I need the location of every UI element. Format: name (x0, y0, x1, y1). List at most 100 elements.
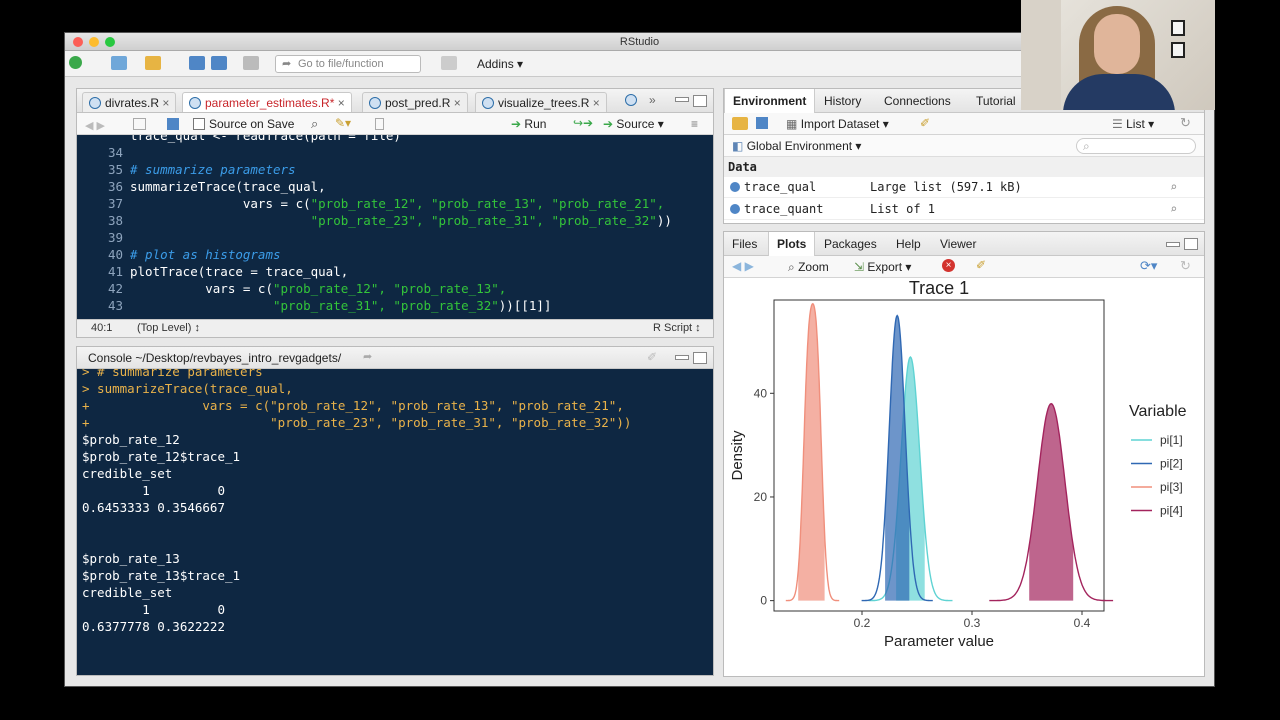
source-pane: divrates.R × parameter_estimates.R* × po… (76, 88, 714, 338)
grid-icon[interactable] (441, 56, 457, 70)
line-number: 36 (107, 179, 123, 194)
env-row[interactable]: trace_quant List of 1 ⌕ (724, 199, 1204, 220)
line-number: 42 (107, 281, 123, 296)
tab-post-pred[interactable]: post_pred.R × (362, 92, 468, 112)
plots-pane: Files Plots Packages Help Viewer ◀ ▶ ⌕ Z… (723, 231, 1205, 677)
tab-connections[interactable]: Connections (876, 89, 959, 113)
open-file-icon[interactable] (145, 56, 161, 70)
source-button[interactable]: ➔ Source ▾ (603, 117, 664, 131)
zoom-button[interactable]: ⌕ Zoom (788, 260, 829, 275)
global-env-menu[interactable]: ◧ Global Environment ▾ (732, 139, 861, 153)
close-tab-icon[interactable]: × (454, 96, 461, 110)
tab-packages[interactable]: Packages (816, 232, 885, 256)
tab-overflow-icon[interactable]: » (649, 93, 656, 107)
clear-workspace-icon[interactable]: ✐ (920, 116, 930, 130)
env-row[interactable]: trace_qual Large list (597.1 kB) ⌕ (724, 177, 1204, 198)
y-tick-label: 0 (760, 594, 767, 608)
new-project-icon[interactable] (111, 56, 127, 70)
tab-history[interactable]: History (816, 89, 869, 113)
var-value: List of 1 (870, 202, 936, 216)
go-to-directory-icon[interactable]: ➦ (363, 350, 372, 363)
env-search-input[interactable]: ⌕ (1076, 138, 1196, 154)
code-text: # plot as histograms (130, 247, 281, 262)
expand-icon[interactable] (730, 182, 740, 192)
search-icon: ⌕ (1083, 139, 1090, 153)
tab-help[interactable]: Help (888, 232, 929, 256)
tab-viewer[interactable]: Viewer (932, 232, 984, 256)
close-tab-icon[interactable]: × (338, 96, 345, 110)
scope-indicator[interactable]: (Top Level) ↕ (137, 321, 200, 336)
var-value: Large list (597.1 kB) (870, 180, 1022, 194)
code-line[interactable]: 40 # plot as histograms (77, 246, 713, 263)
code-line[interactable]: 35 # summarize parameters (77, 161, 713, 178)
expand-icon[interactable] (730, 204, 740, 214)
minimize-plots-icon[interactable] (1166, 242, 1180, 247)
wand-icon[interactable]: ✎▾ (335, 116, 351, 130)
code-line[interactable]: 43 "prob_rate_31", "prob_rate_32"))[[1]] (77, 297, 713, 314)
show-in-window-icon[interactable] (133, 118, 146, 130)
code-line[interactable]: 36 summarizeTrace(trace_qual, (77, 178, 713, 195)
tab-visualize-trees[interactable]: visualize_trees.R × (475, 92, 607, 112)
minimize-pane-icon[interactable] (675, 97, 689, 102)
publish-icon[interactable]: ⟳▾ (1140, 258, 1157, 274)
remove-plot-icon[interactable]: × (942, 259, 955, 272)
code-line[interactable]: 37 vars = c("prob_rate_12", "prob_rate_1… (77, 195, 713, 212)
outline-icon[interactable]: ≡ (691, 117, 698, 131)
code-line[interactable]: 34 (77, 144, 713, 161)
export-button[interactable]: ⇲ Export ▾ (854, 260, 911, 274)
code-line[interactable]: trace_qual <- readTrace(path = file) (77, 135, 713, 144)
refresh-plot-icon[interactable]: ↻ (1180, 258, 1191, 274)
maximize-console-icon[interactable] (693, 352, 707, 364)
maximize-pane-icon[interactable] (693, 95, 707, 107)
back-icon[interactable]: ◀ ▶ (85, 119, 105, 132)
code-editor[interactable]: trace_qual <- readTrace(path = file) 34 35… (77, 135, 713, 319)
compile-report-icon[interactable] (375, 118, 384, 130)
code-line[interactable]: 39 (77, 229, 713, 246)
console-output[interactable]: > # summarize parameters > summarizeTrace… (77, 369, 713, 675)
tab-divrates[interactable]: divrates.R × (82, 92, 177, 112)
save-file-icon[interactable] (167, 118, 179, 130)
search-icon[interactable]: ⌕ (311, 116, 318, 132)
close-tab-icon[interactable]: × (593, 96, 600, 110)
new-file-icon[interactable] (69, 56, 82, 69)
code-string: "prob_rate_12", "prob_rate_13", (273, 281, 507, 296)
tab-files[interactable]: Files (724, 232, 765, 256)
clear-plots-icon[interactable]: ✐ (976, 258, 986, 272)
source-on-save-checkbox[interactable] (193, 118, 205, 130)
view-icon[interactable]: ⌕ (1170, 199, 1177, 220)
tab-tutorial[interactable]: Tutorial (968, 89, 1024, 113)
code-line[interactable]: 41 plotTrace(trace = trace_qual, (77, 263, 713, 280)
tab-plots[interactable]: Plots (768, 232, 816, 256)
import-label: Import Dataset (800, 117, 880, 131)
zoom-window-button[interactable] (105, 37, 115, 47)
maximize-plots-icon[interactable] (1184, 238, 1198, 250)
goto-file-input[interactable]: ➦ Go to file/function (275, 55, 421, 73)
load-workspace-icon[interactable] (732, 117, 748, 130)
tab-parameter-estimates[interactable]: parameter_estimates.R* × (182, 92, 352, 112)
tab-environment[interactable]: Environment (724, 89, 816, 113)
code-line[interactable]: 42 vars = c("prob_rate_12", "prob_rate_1… (77, 280, 713, 297)
console-line: 0.6377778 0.3622222 (82, 619, 225, 634)
view-icon[interactable]: ⌕ (1170, 177, 1177, 198)
clear-console-icon[interactable]: ✐ (647, 350, 657, 364)
code-line[interactable]: 38 "prob_rate_23", "prob_rate_31", "prob… (77, 212, 713, 229)
import-dataset-button[interactable]: ▦ Import Dataset ▾ (786, 117, 889, 131)
close-window-button[interactable] (73, 37, 83, 47)
save-icon[interactable] (189, 56, 205, 70)
file-type-indicator[interactable]: R Script ↕ (653, 321, 701, 336)
refresh-icon[interactable]: ↻ (1180, 115, 1191, 131)
list-view-menu[interactable]: ☰ List ▾ (1112, 117, 1154, 131)
more-tabs-icon[interactable] (625, 94, 639, 108)
prev-plot-icon[interactable]: ◀ ▶ (732, 259, 754, 273)
run-button[interactable]: ➔ Run (511, 117, 546, 131)
minimize-window-button[interactable] (89, 37, 99, 47)
print-icon[interactable] (243, 56, 259, 70)
minimize-console-icon[interactable] (675, 355, 689, 360)
zoom-icon: ⌕ (788, 260, 795, 274)
rerun-icon[interactable]: ↪➔ (573, 116, 593, 130)
addins-menu[interactable]: Addins ▾ (477, 57, 523, 71)
save-all-icon[interactable] (211, 56, 227, 70)
close-tab-icon[interactable]: × (162, 96, 169, 110)
save-workspace-icon[interactable] (756, 117, 768, 129)
